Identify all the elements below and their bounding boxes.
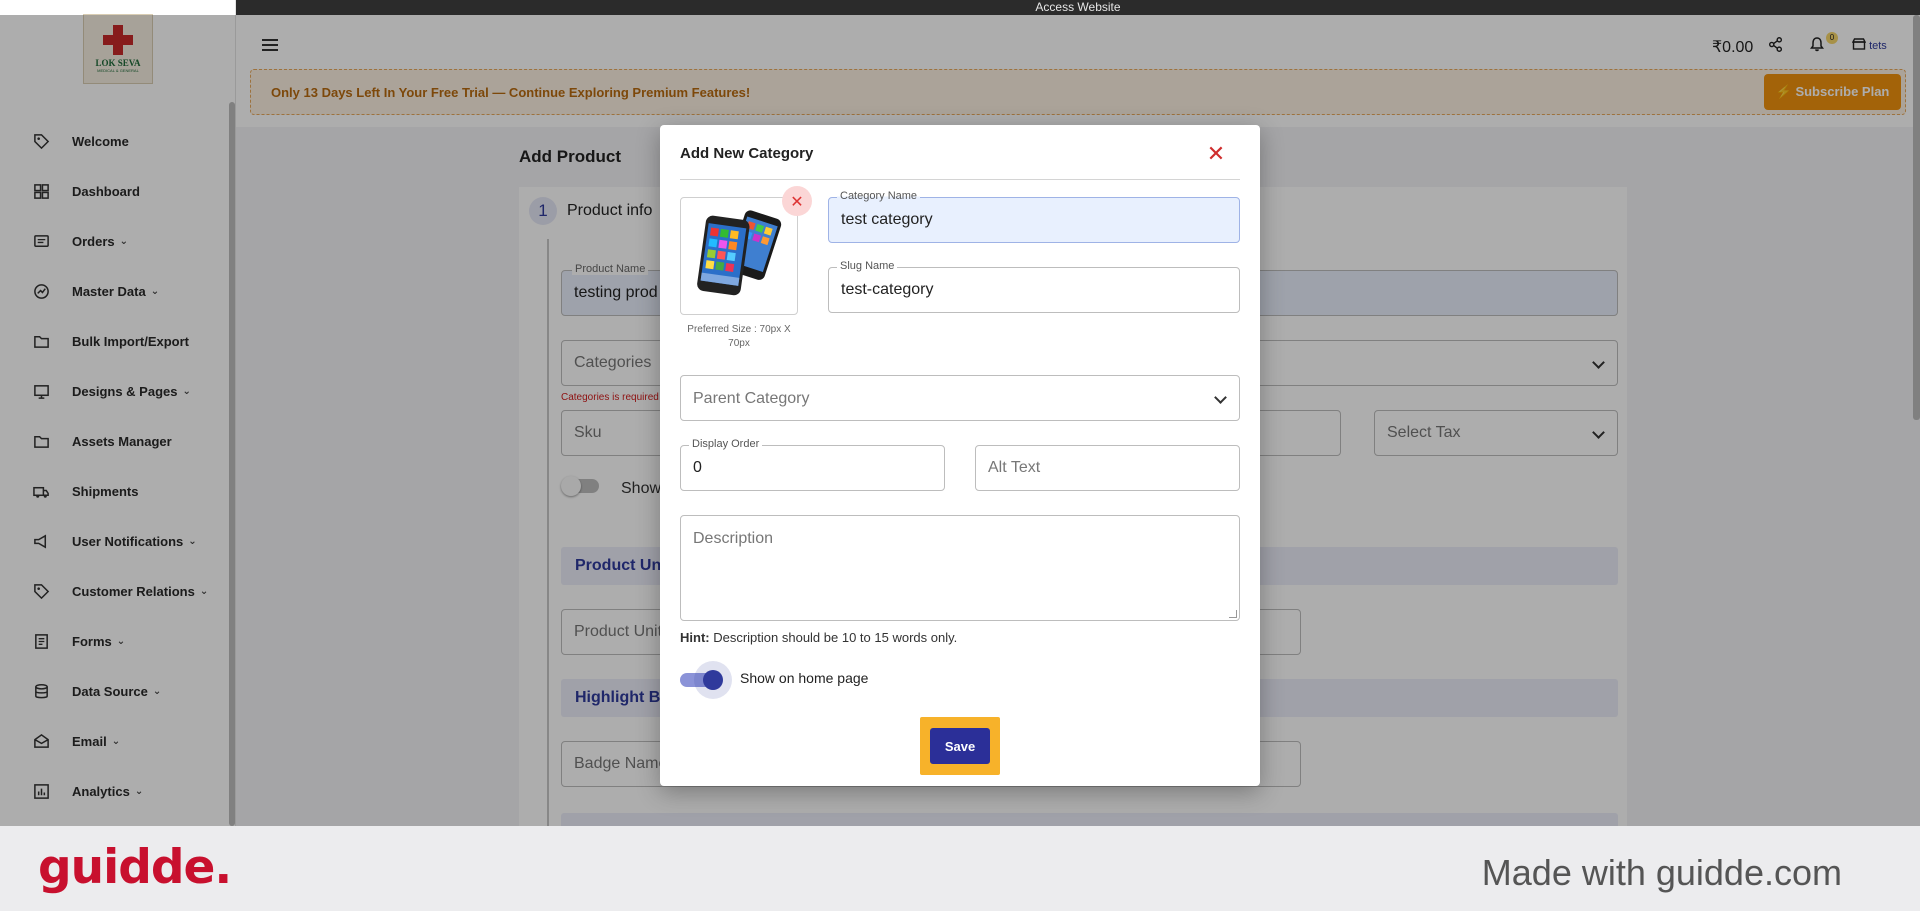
category-name-legend: Category Name: [837, 189, 921, 203]
guidde-logo: guidde.: [38, 840, 232, 895]
smartphone-image: [697, 210, 782, 296]
hint-text: Description should be 10 to 15 words onl…: [709, 630, 958, 645]
description-textarea[interactable]: [681, 516, 1239, 620]
show-on-home-label: Show on home page: [740, 670, 869, 686]
dialog-title: Add New Category: [680, 145, 814, 162]
made-with-text: Made with guidde.com: [1481, 852, 1842, 893]
add-category-dialog: Add New Category ✕ ✕ Preferred Size : 70…: [660, 125, 1260, 786]
resize-handle-icon[interactable]: [1229, 610, 1237, 618]
guidde-footer: guidde. Made with guidde.com: [0, 826, 1920, 911]
alt-text-input[interactable]: [976, 446, 1239, 490]
parent-category-placeholder: Parent Category: [693, 390, 810, 407]
preferred-size-hint: Preferred Size : 70px X 70px: [687, 324, 791, 349]
slug-name-legend: Slug Name: [837, 259, 898, 273]
slug-name-input[interactable]: [829, 268, 1239, 312]
slug-name-field[interactable]: Slug Name: [828, 259, 1240, 313]
description-field[interactable]: [680, 515, 1240, 621]
save-button[interactable]: Save: [930, 728, 990, 764]
access-website-link[interactable]: Access Website: [1035, 0, 1120, 14]
alt-text-field[interactable]: [975, 445, 1240, 491]
display-order-legend: Display Order: [689, 437, 763, 451]
display-order-field[interactable]: Display Order: [680, 437, 945, 491]
show-on-home-toggle[interactable]: [680, 661, 732, 699]
chevron-down-icon: [1214, 391, 1227, 404]
category-name-input[interactable]: [829, 198, 1239, 242]
parent-category-select[interactable]: Parent Category: [680, 375, 1240, 421]
dialog-divider: [680, 179, 1240, 180]
hint-label: Hint:: [680, 630, 710, 645]
category-name-field[interactable]: Category Name: [828, 189, 1240, 243]
description-hint: Hint: Description should be 10 to 15 wor…: [680, 630, 957, 645]
category-image-upload[interactable]: [680, 197, 798, 315]
remove-image-icon[interactable]: ✕: [782, 186, 812, 216]
close-icon[interactable]: ✕: [1204, 143, 1228, 167]
access-website-bar[interactable]: Access Website: [0, 0, 1920, 15]
display-order-input[interactable]: [681, 446, 944, 490]
